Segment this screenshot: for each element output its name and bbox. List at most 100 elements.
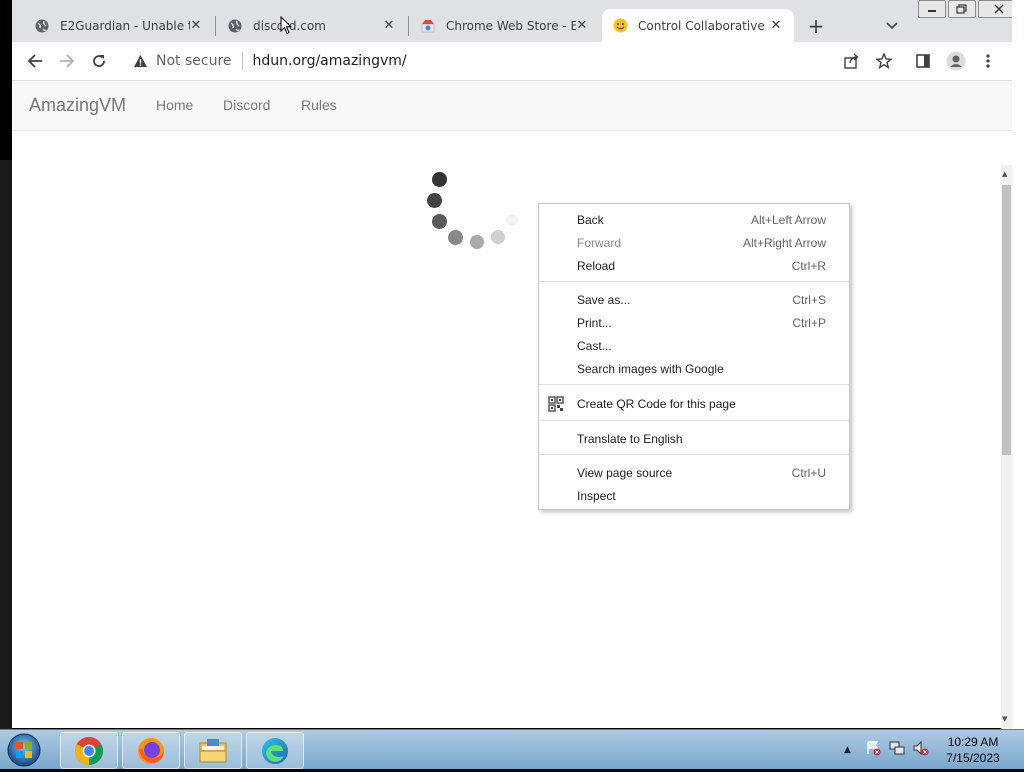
nav-rules[interactable]: Rules xyxy=(301,97,337,113)
reload-icon xyxy=(93,55,105,67)
menu-item-label: Cast... xyxy=(577,338,612,353)
menu-item-back[interactable]: Back Alt+Left Arrow xyxy=(539,208,849,231)
menu-item-label: Back xyxy=(577,212,604,227)
edge-icon xyxy=(262,737,288,764)
menu-item-label: Print... xyxy=(577,315,612,330)
taskbar-edge[interactable] xyxy=(246,732,304,769)
spinner-dot xyxy=(427,193,442,208)
warning-icon[interactable] xyxy=(133,54,148,68)
close-icon[interactable]: ✕ xyxy=(574,17,590,33)
address-bar[interactable]: Not secure hdun.org/amazingvm/ xyxy=(125,47,845,75)
side-panel-icon xyxy=(916,54,930,68)
tab-strip: E2Guardian - Unable to ✕ discord.com ✕ C… xyxy=(12,0,1012,42)
menu-item-shortcut: Ctrl+R xyxy=(791,258,826,273)
menu-separator xyxy=(539,420,849,421)
tab-chrome-web-store[interactable]: Chrome Web Store - Ext ✕ xyxy=(410,9,600,42)
menu-item-translate[interactable]: Translate to English xyxy=(539,427,849,450)
taskbar-chrome[interactable] xyxy=(60,732,118,769)
close-window-button[interactable] xyxy=(978,0,1012,18)
scrollbar-thumb[interactable] xyxy=(1002,185,1011,455)
menu-item-create-qr-code[interactable]: Create QR Code for this page xyxy=(539,392,849,415)
taskbar: ▲ 10:29 AM 7/15/2023 xyxy=(0,729,1024,769)
new-tab-button[interactable]: + xyxy=(804,14,828,38)
menu-separator xyxy=(539,454,849,455)
page-scrollbar[interactable] xyxy=(1001,165,1012,730)
share-icon xyxy=(844,53,859,69)
more-vert-icon xyxy=(986,54,990,68)
menu-item-inspect[interactable]: Inspect xyxy=(539,484,849,507)
minimize-button[interactable] xyxy=(918,0,946,18)
show-hidden-icons-icon[interactable]: ▲ xyxy=(844,745,851,755)
taskbar-file-explorer[interactable] xyxy=(184,732,242,769)
network-icon[interactable] xyxy=(889,740,905,760)
site-brand[interactable]: AmazingVM xyxy=(29,95,126,116)
menu-item-forward[interactable]: Forward Alt+Right Arrow xyxy=(539,231,849,254)
close-icon[interactable]: ✕ xyxy=(768,17,784,33)
context-menu: Back Alt+Left Arrow Forward Alt+Right Ar… xyxy=(538,203,850,510)
restore-button[interactable] xyxy=(948,0,976,18)
globe-icon xyxy=(227,18,243,34)
page-content: AmazingVM Home Discord Rules xyxy=(12,81,1012,728)
back-button[interactable] xyxy=(22,48,48,74)
star-icon xyxy=(876,53,892,69)
taskbar-firefox[interactable] xyxy=(122,732,180,769)
nav-home[interactable]: Home xyxy=(156,97,193,113)
desktop-background-left xyxy=(0,160,12,730)
clock[interactable]: 10:29 AM 7/15/2023 xyxy=(930,734,1016,766)
smiley-icon xyxy=(612,18,628,34)
clock-date: 7/15/2023 xyxy=(946,751,1000,765)
menu-button[interactable] xyxy=(975,48,1001,74)
tab-discord[interactable]: discord.com ✕ xyxy=(217,9,407,42)
menu-separator xyxy=(539,281,849,282)
menu-item-cast[interactable]: Cast... xyxy=(539,334,849,357)
tab-separator xyxy=(408,16,409,36)
side-panel-button[interactable] xyxy=(910,48,936,74)
tab-separator xyxy=(215,16,216,36)
bookmark-button[interactable] xyxy=(871,48,897,74)
menu-item-reload[interactable]: Reload Ctrl+R xyxy=(539,254,849,277)
tab-title: discord.com xyxy=(253,19,383,33)
spinner-dot xyxy=(470,235,484,249)
avatar-icon xyxy=(946,51,966,71)
start-button[interactable] xyxy=(4,732,44,768)
profile-button[interactable] xyxy=(943,48,969,74)
menu-item-shortcut: Ctrl+P xyxy=(792,315,826,330)
reload-button[interactable] xyxy=(86,48,112,74)
firefox-icon xyxy=(138,737,164,764)
menu-item-save-as[interactable]: Save as... Ctrl+S xyxy=(539,288,849,311)
action-center-icon[interactable] xyxy=(865,740,881,760)
tab-control-collaborative[interactable]: Control Collaborative Vi ✕ xyxy=(602,9,794,42)
globe-icon xyxy=(34,18,50,34)
close-icon[interactable]: ✕ xyxy=(188,17,204,33)
nav-discord[interactable]: Discord xyxy=(223,97,270,113)
spinner-dot xyxy=(432,214,447,229)
restore-icon xyxy=(956,4,967,14)
window-controls xyxy=(918,0,1012,18)
forward-button[interactable] xyxy=(54,48,80,74)
menu-item-view-source[interactable]: View page source Ctrl+U xyxy=(539,461,849,484)
tab-e2guardian[interactable]: E2Guardian - Unable to ✕ xyxy=(24,9,214,42)
tab-search-button[interactable] xyxy=(882,16,902,36)
menu-item-search-images[interactable]: Search images with Google xyxy=(539,357,849,380)
menu-item-label: View page source xyxy=(577,465,673,480)
menu-item-label: Forward xyxy=(577,235,622,250)
menu-item-print[interactable]: Print... Ctrl+P xyxy=(539,311,849,334)
arrow-left-icon xyxy=(27,54,42,68)
close-icon[interactable]: ✕ xyxy=(381,17,397,33)
chrome-icon xyxy=(75,736,103,765)
scroll-up-icon[interactable]: ▲ xyxy=(1002,170,1007,178)
spinner-dot xyxy=(448,230,463,245)
menu-item-shortcut: Alt+Left Arrow xyxy=(750,212,826,227)
clock-time: 10:29 AM xyxy=(947,735,999,749)
security-status[interactable]: Not secure xyxy=(156,53,232,69)
menu-item-label: Create QR Code for this page xyxy=(577,396,736,411)
share-button[interactable] xyxy=(839,48,865,74)
menu-item-label: Search images with Google xyxy=(577,361,724,376)
spinner-dot xyxy=(506,214,518,226)
browser-window: E2Guardian - Unable to ✕ discord.com ✕ C… xyxy=(12,0,1012,728)
scroll-down-icon[interactable]: ▼ xyxy=(1002,715,1007,723)
menu-item-shortcut: Ctrl+S xyxy=(792,292,826,307)
volume-muted-icon[interactable] xyxy=(913,740,929,760)
url-text[interactable]: hdun.org/amazingvm/ xyxy=(253,53,407,69)
chrome-web-store-icon xyxy=(420,18,436,34)
